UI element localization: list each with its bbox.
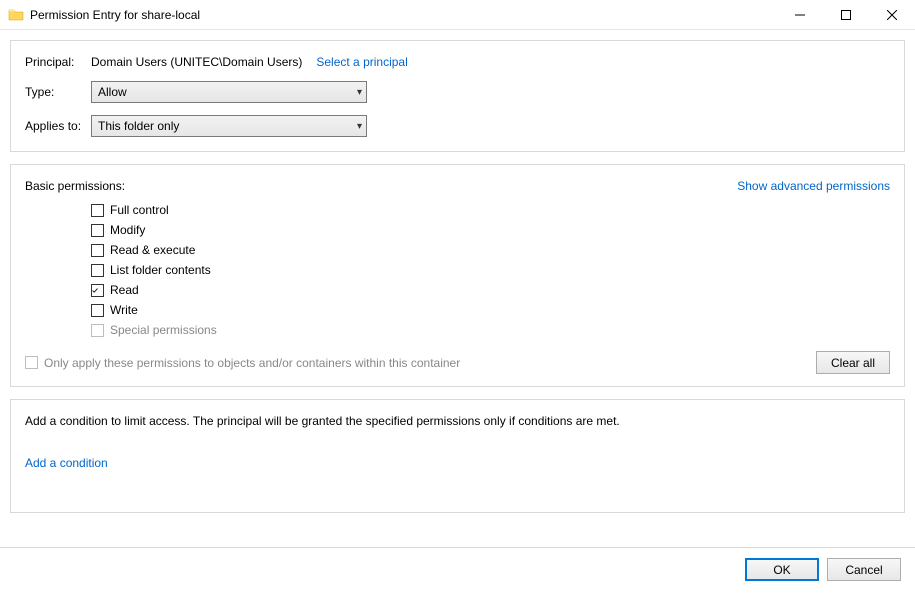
type-label: Type:: [25, 85, 91, 99]
type-combobox[interactable]: Allow ▾: [91, 81, 367, 103]
maximize-button[interactable]: [823, 0, 869, 30]
permission-item: Modify: [91, 223, 890, 237]
permission-item: List folder contents: [91, 263, 890, 277]
basic-permissions-heading: Basic permissions:: [25, 179, 125, 193]
folder-icon: [8, 7, 24, 23]
permission-item: Special permissions: [91, 323, 890, 337]
permission-item: Full control: [91, 203, 890, 217]
permission-label: Read & execute: [110, 243, 195, 257]
principal-label: Principal:: [25, 55, 91, 69]
applies-to-value: This folder only: [98, 119, 179, 133]
permissions-list: Full control Modify Read & execute List fol…: [91, 203, 890, 337]
permission-checkbox[interactable]: [91, 304, 104, 317]
condition-panel: Add a condition to limit access. The pri…: [10, 399, 905, 513]
principal-value: Domain Users (UNITEC\Domain Users): [91, 55, 302, 69]
window-title: Permission Entry for share-local: [30, 8, 200, 22]
cancel-button[interactable]: Cancel: [827, 558, 901, 581]
permission-checkbox[interactable]: [91, 284, 104, 297]
applies-to-combobox[interactable]: This folder only ▾: [91, 115, 367, 137]
select-principal-link[interactable]: Select a principal: [316, 55, 407, 69]
permission-item: Write: [91, 303, 890, 317]
only-apply-label: Only apply these permissions to objects …: [44, 356, 460, 370]
permission-label: Full control: [110, 203, 169, 217]
permission-label: Special permissions: [110, 323, 217, 337]
permission-item: Read & execute: [91, 243, 890, 257]
dialog-footer: OK Cancel: [0, 547, 915, 593]
permission-label: Read: [110, 283, 139, 297]
condition-description: Add a condition to limit access. The pri…: [25, 414, 890, 428]
permission-checkbox[interactable]: [91, 244, 104, 257]
permission-checkbox: [91, 324, 104, 337]
close-button[interactable]: [869, 0, 915, 30]
permission-label: List folder contents: [110, 263, 211, 277]
ok-button[interactable]: OK: [745, 558, 819, 581]
minimize-button[interactable]: [777, 0, 823, 30]
only-apply-checkbox: [25, 356, 38, 369]
chevron-down-icon: ▾: [357, 87, 362, 98]
permission-item: Read: [91, 283, 890, 297]
type-value: Allow: [98, 85, 127, 99]
show-advanced-permissions-link[interactable]: Show advanced permissions: [737, 179, 890, 193]
permission-checkbox[interactable]: [91, 224, 104, 237]
only-apply-checkbox-row: Only apply these permissions to objects …: [25, 356, 460, 370]
chevron-down-icon: ▾: [357, 121, 362, 132]
principal-type-panel: Principal: Domain Users (UNITEC\Domain U…: [10, 40, 905, 152]
clear-all-button[interactable]: Clear all: [816, 351, 890, 374]
applies-to-label: Applies to:: [25, 119, 91, 133]
titlebar: Permission Entry for share-local: [0, 0, 915, 30]
permission-label: Write: [110, 303, 138, 317]
permission-label: Modify: [110, 223, 145, 237]
permission-checkbox[interactable]: [91, 204, 104, 217]
add-condition-link[interactable]: Add a condition: [25, 456, 108, 470]
permission-checkbox[interactable]: [91, 264, 104, 277]
permissions-panel: Basic permissions: Show advanced permiss…: [10, 164, 905, 387]
